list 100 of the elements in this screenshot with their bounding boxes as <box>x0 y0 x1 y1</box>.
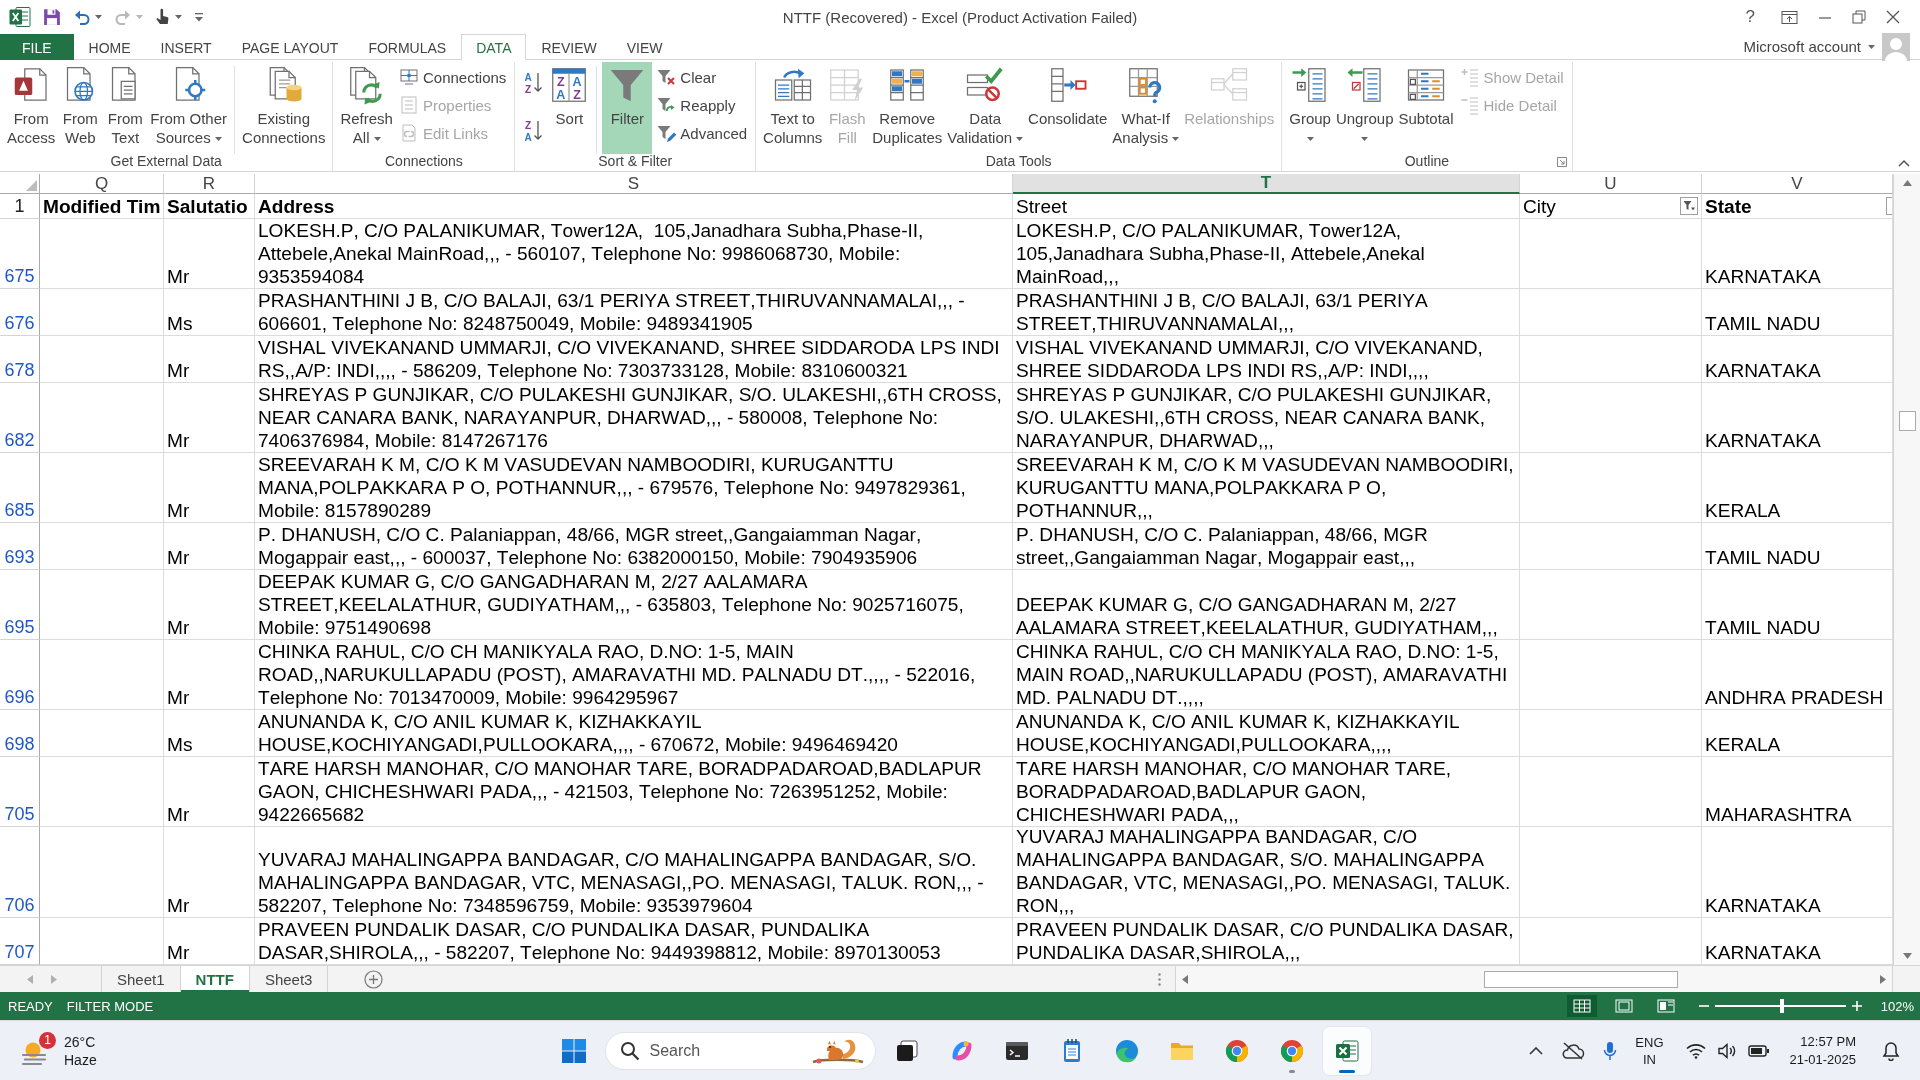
scroll-right-icon[interactable] <box>1880 974 1886 984</box>
ribbon-button[interactable]: A Z <box>520 70 547 96</box>
input-language-button[interactable]: ENG IN <box>1635 1033 1664 1068</box>
microphone-icon[interactable] <box>1603 1040 1618 1061</box>
column-header[interactable]: S <box>255 174 1013 194</box>
ribbon-tab[interactable]: DATA <box>461 34 527 60</box>
zoom-level[interactable]: 102% <box>1878 998 1914 1014</box>
search-icon <box>619 1040 640 1061</box>
undo-icon[interactable] <box>73 9 91 25</box>
wifi-icon[interactable] <box>1685 1042 1706 1059</box>
column-header[interactable]: R <box>164 174 255 194</box>
ribbon-tab[interactable]: HOME <box>73 34 146 60</box>
scroll-up-icon[interactable] <box>1902 180 1912 186</box>
dialog-launcher-icon[interactable] <box>1556 157 1567 167</box>
row-header[interactable]: 675 <box>0 219 40 289</box>
table-cell: SHREYAS P GUNJIKAR, C/O PULAKESHI GUNJIKAR, S/O. ULAKESHI,,6TH CROSS, NEAR CANARA BANK, NARAYANPUR, DHARWAD,,, - 580008, Telephone No: 7406376984, Mobile: 8147267176 <box>255 383 1013 453</box>
table-cell: Mr <box>164 757 255 827</box>
drag-handle-icon[interactable] <box>1158 972 1161 986</box>
table-cell: TARE HARSH MANOHAR, C/O MANOHAR TARE, BORADPADAROAD,BADLAPUR GAON, CHICHESHWARI PADA,,, <box>1013 757 1520 827</box>
caret-icon[interactable] <box>95 15 102 19</box>
row-header[interactable]: 685 <box>0 453 40 523</box>
table-cell: Mr <box>164 523 255 570</box>
battery-icon[interactable] <box>1747 1043 1770 1058</box>
zoom-in-icon[interactable] <box>1852 1001 1862 1011</box>
column-header[interactable]: U <box>1520 174 1702 194</box>
ribbon-button[interactable]: From Text <box>103 62 148 154</box>
ribbon-button[interactable]: Z A A Z Sort <box>547 62 592 154</box>
help-button[interactable]: ? <box>1735 7 1765 27</box>
row-header[interactable]: 682 <box>0 383 40 453</box>
customize-toolbar-icon[interactable] <box>194 11 204 23</box>
ribbon-button[interactable]: Text to Columns <box>761 62 825 154</box>
start-icon[interactable] <box>559 1036 588 1065</box>
ribbon-tab[interactable]: FORMULAS <box>353 34 462 60</box>
zoom-slider-thumb[interactable] <box>1779 999 1784 1013</box>
ribbon-button[interactable]: Clear <box>653 63 751 91</box>
ribbon-button[interactable]: Remove Duplicates <box>870 62 945 154</box>
row-header[interactable]: 693 <box>0 523 40 570</box>
column-title: Salutatio <box>167 195 248 218</box>
table-cell: CHINKA RAHUL, C/O CH MANIKYALA RAO, D.NO: 1-5, MAIN ROAD,,NARUKULLAPADU (POST), AMARAVATHI MD. PALNADU DT.,,,, - 522016, Telephone No: 7013470009, Mobile: 9964295967 <box>255 640 1013 710</box>
ribbon-display-options-icon[interactable] <box>1781 9 1798 25</box>
row-header[interactable]: 698 <box>0 710 40 757</box>
ribbon-button[interactable]: Z A <box>520 118 547 144</box>
ribbon-button[interactable]: Reapply <box>653 91 751 119</box>
collapse-ribbon-icon[interactable] <box>1898 159 1910 167</box>
chevron-up-icon[interactable] <box>1529 1046 1544 1055</box>
row-header[interactable]: 1 <box>0 194 40 219</box>
ribbon-tab[interactable]: FILE <box>0 34 74 60</box>
vertical-scrollbar[interactable] <box>1893 174 1920 965</box>
view-button[interactable] <box>1567 995 1597 1017</box>
ribbon-button[interactable]: From Access <box>5 62 58 154</box>
search-field[interactable]: Search <box>604 1031 876 1070</box>
ribbon-tab[interactable]: INSERT <box>145 34 227 60</box>
account-button[interactable]: Microsoft account <box>1743 38 1861 55</box>
ribbon-button[interactable]: From Web <box>58 62 103 154</box>
touch-mode-icon[interactable] <box>155 8 171 26</box>
ribbon-button[interactable]: Connections <box>395 63 510 91</box>
column-header[interactable]: Q <box>40 174 164 194</box>
add-sheet-icon[interactable] <box>364 969 384 989</box>
ribbon-tab[interactable]: VIEW <box>611 34 678 60</box>
ribbon-button[interactable]: Subtotal <box>1396 62 1456 154</box>
save-icon[interactable] <box>43 8 61 26</box>
ribbon-button[interactable]: Data Validation <box>945 62 1026 154</box>
row-header[interactable]: 706 <box>0 827 40 918</box>
scroll-left-icon[interactable] <box>1182 974 1188 984</box>
row-header[interactable]: 678 <box>0 336 40 383</box>
column-title: Street <box>1016 195 1067 218</box>
row-header[interactable]: 705 <box>0 757 40 827</box>
ribbon-button[interactable]: Existing Connections <box>240 62 328 154</box>
horizontal-scrollbar[interactable] <box>1175 966 1893 992</box>
ribbon-button[interactable]: What-If Analysis <box>1110 62 1182 154</box>
ribbon-tab[interactable]: PAGE LAYOUT <box>226 34 354 60</box>
cloud-off-icon[interactable] <box>1561 1041 1586 1060</box>
clock-button[interactable]: 12:57 PM 21-01-2025 <box>1789 1032 1856 1069</box>
scroll-down-icon[interactable] <box>1902 953 1912 959</box>
restore-icon[interactable] <box>1852 10 1866 24</box>
bell-icon[interactable] <box>1882 1040 1900 1061</box>
filter-dropdown-button[interactable] <box>1680 197 1698 215</box>
caret-icon[interactable] <box>1868 44 1875 49</box>
caret-icon[interactable] <box>175 15 182 19</box>
ribbon-button[interactable]: Advanced <box>653 119 751 147</box>
table-cell: Mr <box>164 219 255 289</box>
taskbar-app-button[interactable] <box>1322 1026 1371 1075</box>
column-header[interactable]: V <box>1702 174 1893 194</box>
ribbon-button[interactable]: Filter <box>602 62 653 154</box>
ribbon-tab[interactable]: REVIEW <box>526 34 612 60</box>
ribbon-button[interactable]: Group <box>1287 62 1333 154</box>
row-header[interactable]: 695 <box>0 570 40 640</box>
ribbon-button[interactable]: Refresh All <box>338 62 395 154</box>
close-icon[interactable] <box>1886 10 1900 24</box>
scrollbar-thumb[interactable] <box>1484 970 1678 988</box>
row-header[interactable]: 696 <box>0 640 40 710</box>
scrollbar-thumb[interactable] <box>1898 411 1916 431</box>
page-break-preview-icon <box>1657 999 1675 1013</box>
speaker-icon[interactable] <box>1716 1042 1737 1059</box>
ribbon-button[interactable]: Ungroup <box>1333 62 1396 154</box>
column-header[interactable]: T <box>1013 174 1520 194</box>
row-header[interactable]: 676 <box>0 289 40 336</box>
ribbon-button[interactable]: Consolidate <box>1026 62 1110 154</box>
ribbon-button[interactable]: From Other Sources <box>148 62 230 154</box>
sheet-tab[interactable]: NTTF <box>180 966 250 992</box>
